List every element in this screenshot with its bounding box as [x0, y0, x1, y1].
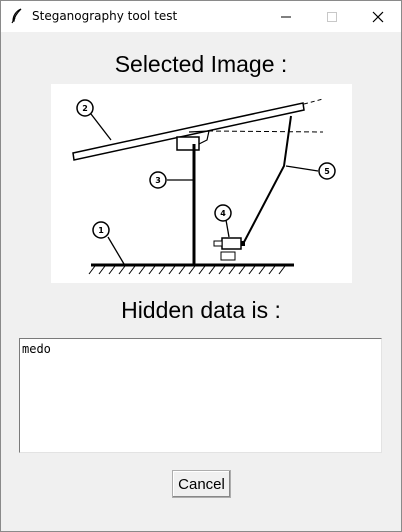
cancel-button[interactable]: Cancel: [172, 470, 231, 498]
close-button[interactable]: [355, 1, 401, 32]
callout-4-label: 4: [220, 209, 226, 218]
solar-mount-diagram: 1 2 3 4 5: [72, 98, 336, 275]
selected-image: 1 2 3 4 5: [51, 84, 352, 283]
window-title: Steganography tool test: [32, 9, 178, 23]
feather-icon: [11, 8, 22, 24]
app-window: Steganography tool test Selected Image :: [0, 0, 402, 532]
close-icon: [372, 11, 384, 22]
title-bar[interactable]: Steganography tool test: [1, 1, 401, 32]
callout-5-label: 5: [324, 167, 330, 176]
maximize-button[interactable]: [309, 1, 355, 32]
maximize-icon: [327, 11, 337, 22]
hidden-data-textbox[interactable]: medo: [19, 338, 382, 453]
callout-2-label: 2: [82, 104, 88, 113]
selected-image-label: Selected Image :: [114, 51, 288, 77]
callout-1-label: 1: [98, 226, 104, 235]
callout-3-label: 3: [155, 176, 161, 185]
minimize-button[interactable]: [263, 1, 309, 32]
hidden-data-label: Hidden data is :: [121, 297, 281, 323]
minimize-icon: [281, 16, 291, 17]
